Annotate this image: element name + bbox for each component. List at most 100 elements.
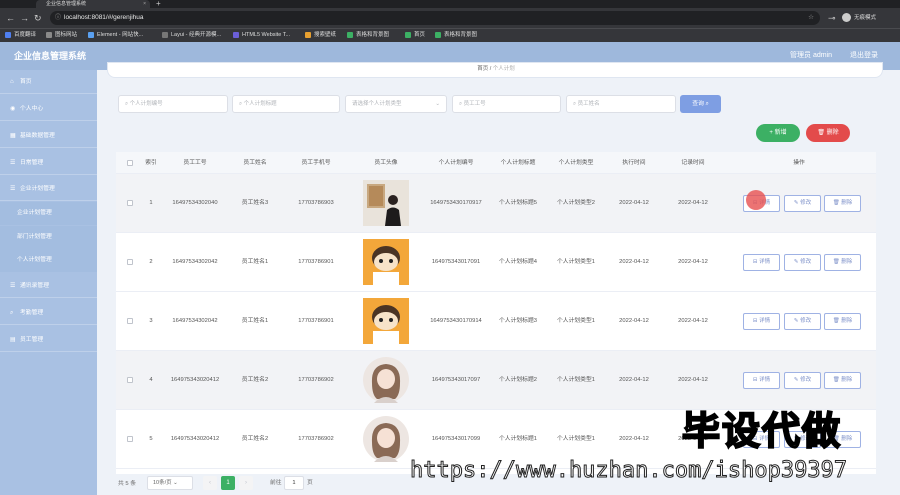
app-title: 企业信息管理系统 <box>14 51 87 61</box>
select-all-checkbox[interactable] <box>127 160 133 166</box>
edit-button[interactable]: ✎ 修改 <box>784 372 821 389</box>
new-tab-icon[interactable]: + <box>156 0 161 8</box>
home-icon: ⌂ <box>10 79 14 85</box>
sidebar-item-basic-data[interactable]: ▦ 基础数据管理 <box>0 124 97 148</box>
add-button[interactable]: + 新增 <box>756 124 800 142</box>
list-icon: ☰ <box>10 160 16 166</box>
detail-button[interactable]: ⊟ 详情 <box>743 254 780 271</box>
cell-exec-time: 2022-04-12 <box>619 259 649 265</box>
browser-toolbar: ← → ↻ ⓘ localhost:8081/#/gerenjihua ☆ ⊸ … <box>0 8 900 28</box>
employee-id-input[interactable]: ⌕ 员工工号 <box>452 95 561 113</box>
prev-page-button[interactable]: ‹ <box>203 476 217 490</box>
row-checkbox[interactable] <box>127 436 133 442</box>
profile-button[interactable]: 无痕模式 <box>842 13 876 23</box>
user-icon: ◉ <box>10 106 16 112</box>
employee-name-input[interactable]: ⌕ 员工姓名 <box>566 95 676 113</box>
browser-tab[interactable]: 企业信息管理系统 × <box>36 0 150 8</box>
page-size-select[interactable]: 10条/页 ⌄ <box>147 476 193 490</box>
extension-icon[interactable]: ⊸ <box>828 13 836 23</box>
edit-button[interactable]: ✎ 修改 <box>784 254 821 271</box>
column-header: 员工手机号 <box>301 160 331 166</box>
bookmark-item[interactable]: 搜索壁纸 <box>305 29 336 42</box>
cell-emp-name: 员工姓名3 <box>241 200 269 206</box>
page-number[interactable]: 1 <box>221 476 235 490</box>
sidebar-item-contacts[interactable]: ☰ 通讯录管理 <box>0 274 97 298</box>
bookmark-item[interactable]: Element - 网站快... <box>88 29 143 42</box>
info-icon[interactable]: ⓘ <box>55 11 61 25</box>
avatar <box>363 180 409 226</box>
edit-button[interactable]: ✎ 修改 <box>784 313 821 330</box>
column-header: 个人计划编号 <box>438 160 474 166</box>
bookmark-item[interactable]: HTML5 Website T... <box>233 29 290 42</box>
cell-phone: 17703786901 <box>298 259 334 265</box>
close-icon[interactable]: × <box>143 0 146 8</box>
plan-title-input[interactable]: ⌕ 个人计划标题 <box>232 95 340 113</box>
table-row: 2 16497534302042 员工姓名1 17703786901 16497… <box>116 233 876 292</box>
cell-title: 个人计划标题4 <box>498 259 537 265</box>
sidebar-subitem-personal-plan[interactable]: 个人计划管理 <box>0 249 97 272</box>
sidebar-item-daily[interactable]: ☰ 日常管理 <box>0 151 97 175</box>
query-button[interactable]: 查询 ⌕ <box>680 95 721 113</box>
avatar <box>363 239 409 285</box>
sidebar-item-profile[interactable]: ◉ 个人中心 <box>0 97 97 121</box>
browser-tabbar: 企业信息管理系统 × + <box>0 0 900 8</box>
sidebar-item-attendance[interactable]: ⌕ 考勤管理 <box>0 301 97 325</box>
cell-index: 1 <box>149 200 153 206</box>
bookmark-item[interactable]: 表格和背景图 <box>435 29 477 42</box>
row-checkbox[interactable] <box>127 200 133 206</box>
avatar <box>363 416 409 462</box>
star-icon[interactable]: ☆ <box>808 11 814 25</box>
reload-icon[interactable]: ↻ <box>34 13 42 23</box>
bookmark-item[interactable]: 表格和背景图 <box>347 29 389 42</box>
cell-phone: 17703786903 <box>298 200 334 206</box>
cell-emp-id: 16497534302040 <box>172 200 218 206</box>
plan-number-input[interactable]: ⌕ 个人计划编号 <box>118 95 228 113</box>
bookmark-item[interactable]: Layui - 经典开源模... <box>162 29 221 42</box>
plan-type-select[interactable]: 请选择个人计划类型 ⌄ <box>345 95 447 113</box>
bookmark-item[interactable]: 首页 <box>405 29 425 42</box>
cell-record-time: 2022-04-12 <box>678 318 708 324</box>
cell-index: 3 <box>149 318 153 324</box>
row-delete-button[interactable]: 🗑︎ 删除 <box>824 372 861 389</box>
search-icon: ⌕ <box>10 310 14 316</box>
bookmark-item[interactable]: 百度翻译 <box>5 29 36 42</box>
row-delete-button[interactable]: 🗑︎ 删除 <box>824 254 861 271</box>
cell-phone: 17703786902 <box>298 377 334 383</box>
forward-icon[interactable]: → <box>20 13 29 23</box>
column-header: 记录时间 <box>681 160 705 166</box>
watermark-url: https://www.huzhan.com/ishop39397 <box>409 458 848 484</box>
goto-label: 前往 <box>270 480 282 486</box>
sidebar-item-employees[interactable]: ▤ 员工管理 <box>0 328 97 352</box>
sidebar-subitem-company-plan[interactable]: 企业计划管理 <box>0 202 97 225</box>
cell-record-time: 2022-04-12 <box>678 200 708 206</box>
row-checkbox[interactable] <box>127 377 133 383</box>
bookmark-item[interactable]: 图标网站 <box>46 29 77 42</box>
detail-button[interactable]: ⊟ 详情 <box>743 313 780 330</box>
sidebar-item-home[interactable]: ⌂ 首页 <box>0 70 97 94</box>
cell-emp-id: 164975343020412 <box>170 377 220 383</box>
cell-index: 5 <box>149 436 153 442</box>
breadcrumb-home[interactable]: 首页 <box>477 66 488 72</box>
cell-plan-no: 164975343017097 <box>431 377 481 383</box>
sidebar-subitem-dept-plan[interactable]: 部门计划管理 <box>0 226 97 249</box>
row-checkbox[interactable] <box>127 318 133 324</box>
row-delete-button[interactable]: 🗑︎ 删除 <box>824 313 861 330</box>
cell-title: 个人计划标题2 <box>498 377 537 383</box>
back-icon[interactable]: ← <box>6 13 15 23</box>
edit-button[interactable]: ✎ 修改 <box>784 195 821 212</box>
avatar <box>363 298 409 344</box>
cell-plan-no: 164975343017091 <box>431 259 481 265</box>
column-header: 员工姓名 <box>243 160 267 166</box>
row-checkbox[interactable] <box>127 259 133 265</box>
delete-button[interactable]: 🗑︎ 删除 <box>806 124 850 142</box>
watermark-text: 毕设代做 <box>681 408 843 454</box>
detail-button[interactable]: ⊟ 详情 <box>743 372 780 389</box>
goto-page-input[interactable]: 1 <box>284 476 304 490</box>
column-header: 员工头像 <box>374 160 398 166</box>
address-bar[interactable]: ⓘ localhost:8081/#/gerenjihua ☆ <box>50 11 820 25</box>
sidebar-item-plans[interactable]: ☰ 企业计划管理 <box>0 177 97 201</box>
next-page-button[interactable]: › <box>239 476 253 490</box>
cell-exec-time: 2022-04-12 <box>619 377 649 383</box>
cell-exec-time: 2022-04-12 <box>619 318 649 324</box>
row-delete-button[interactable]: 🗑︎ 删除 <box>824 195 861 212</box>
